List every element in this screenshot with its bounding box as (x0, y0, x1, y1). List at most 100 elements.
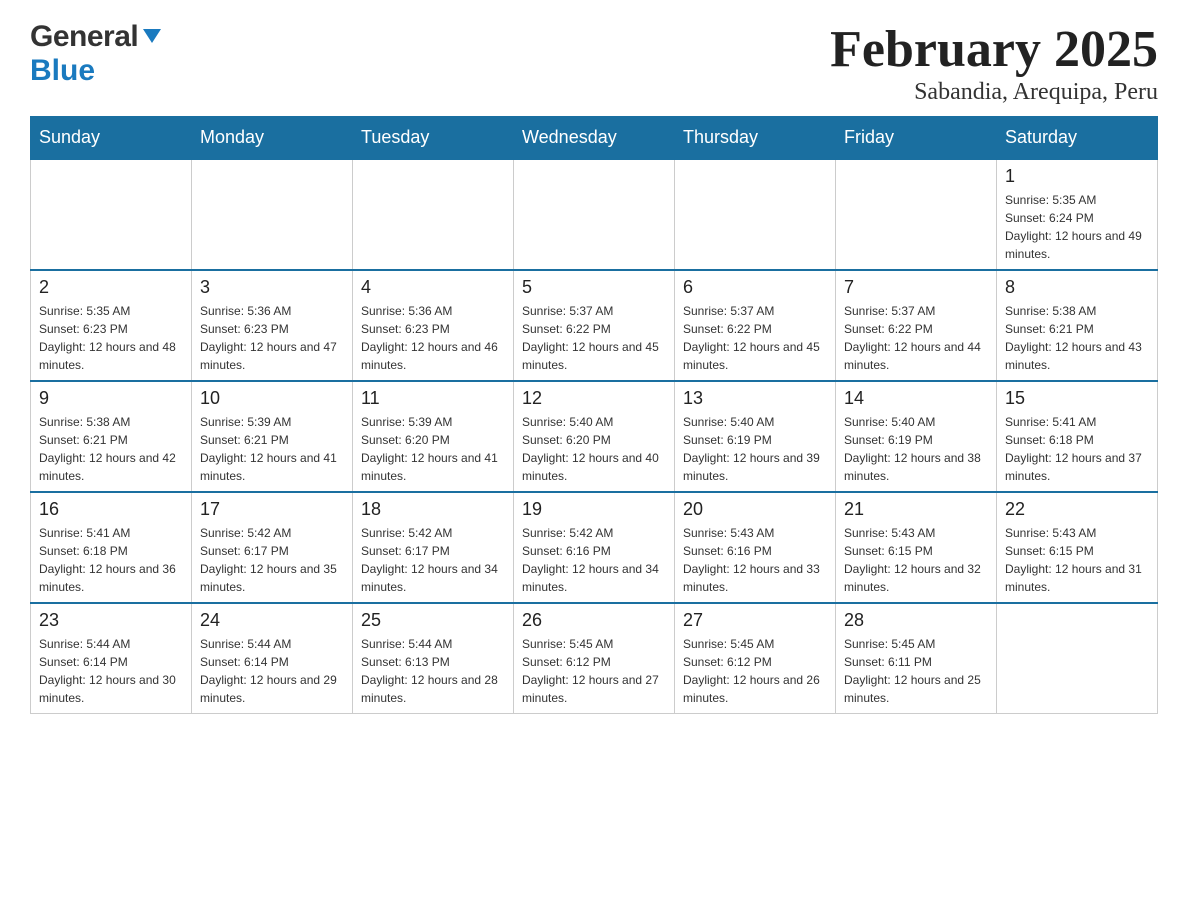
day-info: Sunrise: 5:35 AMSunset: 6:24 PMDaylight:… (1005, 191, 1149, 263)
day-info: Sunrise: 5:37 AMSunset: 6:22 PMDaylight:… (844, 302, 988, 374)
calendar-day-cell: 19 Sunrise: 5:42 AMSunset: 6:16 PMDayligh… (514, 492, 675, 603)
day-number: 27 (683, 610, 827, 631)
calendar-day-cell: 13 Sunrise: 5:40 AMSunset: 6:19 PMDayligh… (675, 381, 836, 492)
day-of-week-header: Saturday (997, 117, 1158, 160)
day-number: 21 (844, 499, 988, 520)
day-number: 3 (200, 277, 344, 298)
calendar-day-cell: 5 Sunrise: 5:37 AMSunset: 6:22 PMDaylight… (514, 270, 675, 381)
logo-arrow-icon (141, 25, 163, 52)
calendar-day-cell: 27 Sunrise: 5:45 AMSunset: 6:12 PMDayligh… (675, 603, 836, 714)
day-of-week-header: Monday (192, 117, 353, 160)
calendar-day-cell (514, 159, 675, 270)
calendar-day-cell: 22 Sunrise: 5:43 AMSunset: 6:15 PMDayligh… (997, 492, 1158, 603)
calendar-subtitle: Sabandia, Arequipa, Peru (830, 79, 1158, 106)
calendar-day-cell: 12Sunrise: 5:40 AMSunset: 6:20 PMDayligh… (514, 381, 675, 492)
day-info: Sunrise: 5:44 AMSunset: 6:13 PMDaylight:… (361, 635, 505, 707)
day-info: Sunrise: 5:41 AMSunset: 6:18 PMDaylight:… (1005, 413, 1149, 485)
day-number: 20 (683, 499, 827, 520)
day-of-week-header: Sunday (31, 117, 192, 160)
day-number: 28 (844, 610, 988, 631)
calendar-day-cell: 4 Sunrise: 5:36 AMSunset: 6:23 PMDaylight… (353, 270, 514, 381)
day-number: 23 (39, 610, 183, 631)
day-info: Sunrise: 5:35 AMSunset: 6:23 PMDaylight:… (39, 302, 183, 374)
day-info: Sunrise: 5:45 AMSunset: 6:12 PMDaylight:… (522, 635, 666, 707)
day-info: Sunrise: 5:40 AMSunset: 6:19 PMDaylight:… (844, 413, 988, 485)
day-info: Sunrise: 5:36 AMSunset: 6:23 PMDaylight:… (361, 302, 505, 374)
calendar-week-row: 2 Sunrise: 5:35 AMSunset: 6:23 PMDaylight… (31, 270, 1158, 381)
day-info: Sunrise: 5:37 AMSunset: 6:22 PMDaylight:… (683, 302, 827, 374)
day-info: Sunrise: 5:43 AMSunset: 6:16 PMDaylight:… (683, 524, 827, 596)
calendar-day-cell: 18 Sunrise: 5:42 AMSunset: 6:17 PMDayligh… (353, 492, 514, 603)
day-info: Sunrise: 5:39 AMSunset: 6:21 PMDaylight:… (200, 413, 344, 485)
day-number: 10 (200, 388, 344, 409)
day-of-week-header: Thursday (675, 117, 836, 160)
page-header: General Blue February 2025 Sabandia, Are… (30, 20, 1158, 106)
day-number: 19 (522, 499, 666, 520)
day-number: 15 (1005, 388, 1149, 409)
calendar-day-cell: 28 Sunrise: 5:45 AMSunset: 6:11 PMDayligh… (836, 603, 997, 714)
day-number: 14 (844, 388, 988, 409)
calendar-day-cell: 16 Sunrise: 5:41 AMSunset: 6:18 PMDayligh… (31, 492, 192, 603)
day-info: Sunrise: 5:42 AMSunset: 6:17 PMDaylight:… (361, 524, 505, 596)
calendar-day-cell: 26Sunrise: 5:45 AMSunset: 6:12 PMDayligh… (514, 603, 675, 714)
day-number: 17 (200, 499, 344, 520)
day-info: Sunrise: 5:42 AMSunset: 6:17 PMDaylight:… (200, 524, 344, 596)
calendar-week-row: 16 Sunrise: 5:41 AMSunset: 6:18 PMDayligh… (31, 492, 1158, 603)
day-number: 8 (1005, 277, 1149, 298)
day-info: Sunrise: 5:37 AMSunset: 6:22 PMDaylight:… (522, 302, 666, 374)
calendar-week-row: 9Sunrise: 5:38 AMSunset: 6:21 PMDaylight… (31, 381, 1158, 492)
calendar-day-cell (31, 159, 192, 270)
day-number: 2 (39, 277, 183, 298)
day-number: 25 (361, 610, 505, 631)
day-info: Sunrise: 5:41 AMSunset: 6:18 PMDaylight:… (39, 524, 183, 596)
day-info: Sunrise: 5:40 AMSunset: 6:19 PMDaylight:… (683, 413, 827, 485)
logo: General Blue (30, 20, 163, 88)
day-number: 16 (39, 499, 183, 520)
calendar-day-cell: 10 Sunrise: 5:39 AMSunset: 6:21 PMDayligh… (192, 381, 353, 492)
logo-blue-text: Blue (30, 54, 95, 87)
day-number: 7 (844, 277, 988, 298)
day-of-week-header: Tuesday (353, 117, 514, 160)
day-info: Sunrise: 5:45 AMSunset: 6:11 PMDaylight:… (844, 635, 988, 707)
calendar-day-cell: 3 Sunrise: 5:36 AMSunset: 6:23 PMDaylight… (192, 270, 353, 381)
day-number: 18 (361, 499, 505, 520)
day-info: Sunrise: 5:43 AMSunset: 6:15 PMDaylight:… (1005, 524, 1149, 596)
calendar-day-cell: 2 Sunrise: 5:35 AMSunset: 6:23 PMDaylight… (31, 270, 192, 381)
calendar-day-cell: 7 Sunrise: 5:37 AMSunset: 6:22 PMDaylight… (836, 270, 997, 381)
title-area: February 2025 Sabandia, Arequipa, Peru (830, 20, 1158, 106)
calendar-day-cell: 6Sunrise: 5:37 AMSunset: 6:22 PMDaylight… (675, 270, 836, 381)
calendar-header-row: SundayMondayTuesdayWednesdayThursdayFrid… (31, 117, 1158, 160)
calendar-day-cell (675, 159, 836, 270)
day-number: 1 (1005, 166, 1149, 187)
day-number: 13 (683, 388, 827, 409)
day-info: Sunrise: 5:44 AMSunset: 6:14 PMDaylight:… (200, 635, 344, 707)
day-number: 11 (361, 388, 505, 409)
day-number: 22 (1005, 499, 1149, 520)
day-info: Sunrise: 5:38 AMSunset: 6:21 PMDaylight:… (1005, 302, 1149, 374)
day-number: 12 (522, 388, 666, 409)
day-info: Sunrise: 5:36 AMSunset: 6:23 PMDaylight:… (200, 302, 344, 374)
calendar-day-cell: 14 Sunrise: 5:40 AMSunset: 6:19 PMDayligh… (836, 381, 997, 492)
calendar-day-cell: 20 Sunrise: 5:43 AMSunset: 6:16 PMDayligh… (675, 492, 836, 603)
day-info: Sunrise: 5:44 AMSunset: 6:14 PMDaylight:… (39, 635, 183, 707)
calendar-week-row: 1 Sunrise: 5:35 AMSunset: 6:24 PMDaylight… (31, 159, 1158, 270)
day-info: Sunrise: 5:38 AMSunset: 6:21 PMDaylight:… (39, 413, 183, 485)
day-info: Sunrise: 5:39 AMSunset: 6:20 PMDaylight:… (361, 413, 505, 485)
calendar-day-cell (997, 603, 1158, 714)
calendar-day-cell: 24 Sunrise: 5:44 AMSunset: 6:14 PMDayligh… (192, 603, 353, 714)
calendar-day-cell (192, 159, 353, 270)
day-info: Sunrise: 5:45 AMSunset: 6:12 PMDaylight:… (683, 635, 827, 707)
day-of-week-header: Friday (836, 117, 997, 160)
calendar-day-cell: 8 Sunrise: 5:38 AMSunset: 6:21 PMDaylight… (997, 270, 1158, 381)
day-info: Sunrise: 5:42 AMSunset: 6:16 PMDaylight:… (522, 524, 666, 596)
calendar-day-cell (836, 159, 997, 270)
calendar-week-row: 23 Sunrise: 5:44 AMSunset: 6:14 PMDayligh… (31, 603, 1158, 714)
calendar-day-cell: 11 Sunrise: 5:39 AMSunset: 6:20 PMDayligh… (353, 381, 514, 492)
day-number: 24 (200, 610, 344, 631)
day-number: 5 (522, 277, 666, 298)
calendar-title: February 2025 (830, 20, 1158, 79)
day-of-week-header: Wednesday (514, 117, 675, 160)
day-info: Sunrise: 5:43 AMSunset: 6:15 PMDaylight:… (844, 524, 988, 596)
day-number: 4 (361, 277, 505, 298)
logo-general-text: General (30, 20, 138, 54)
